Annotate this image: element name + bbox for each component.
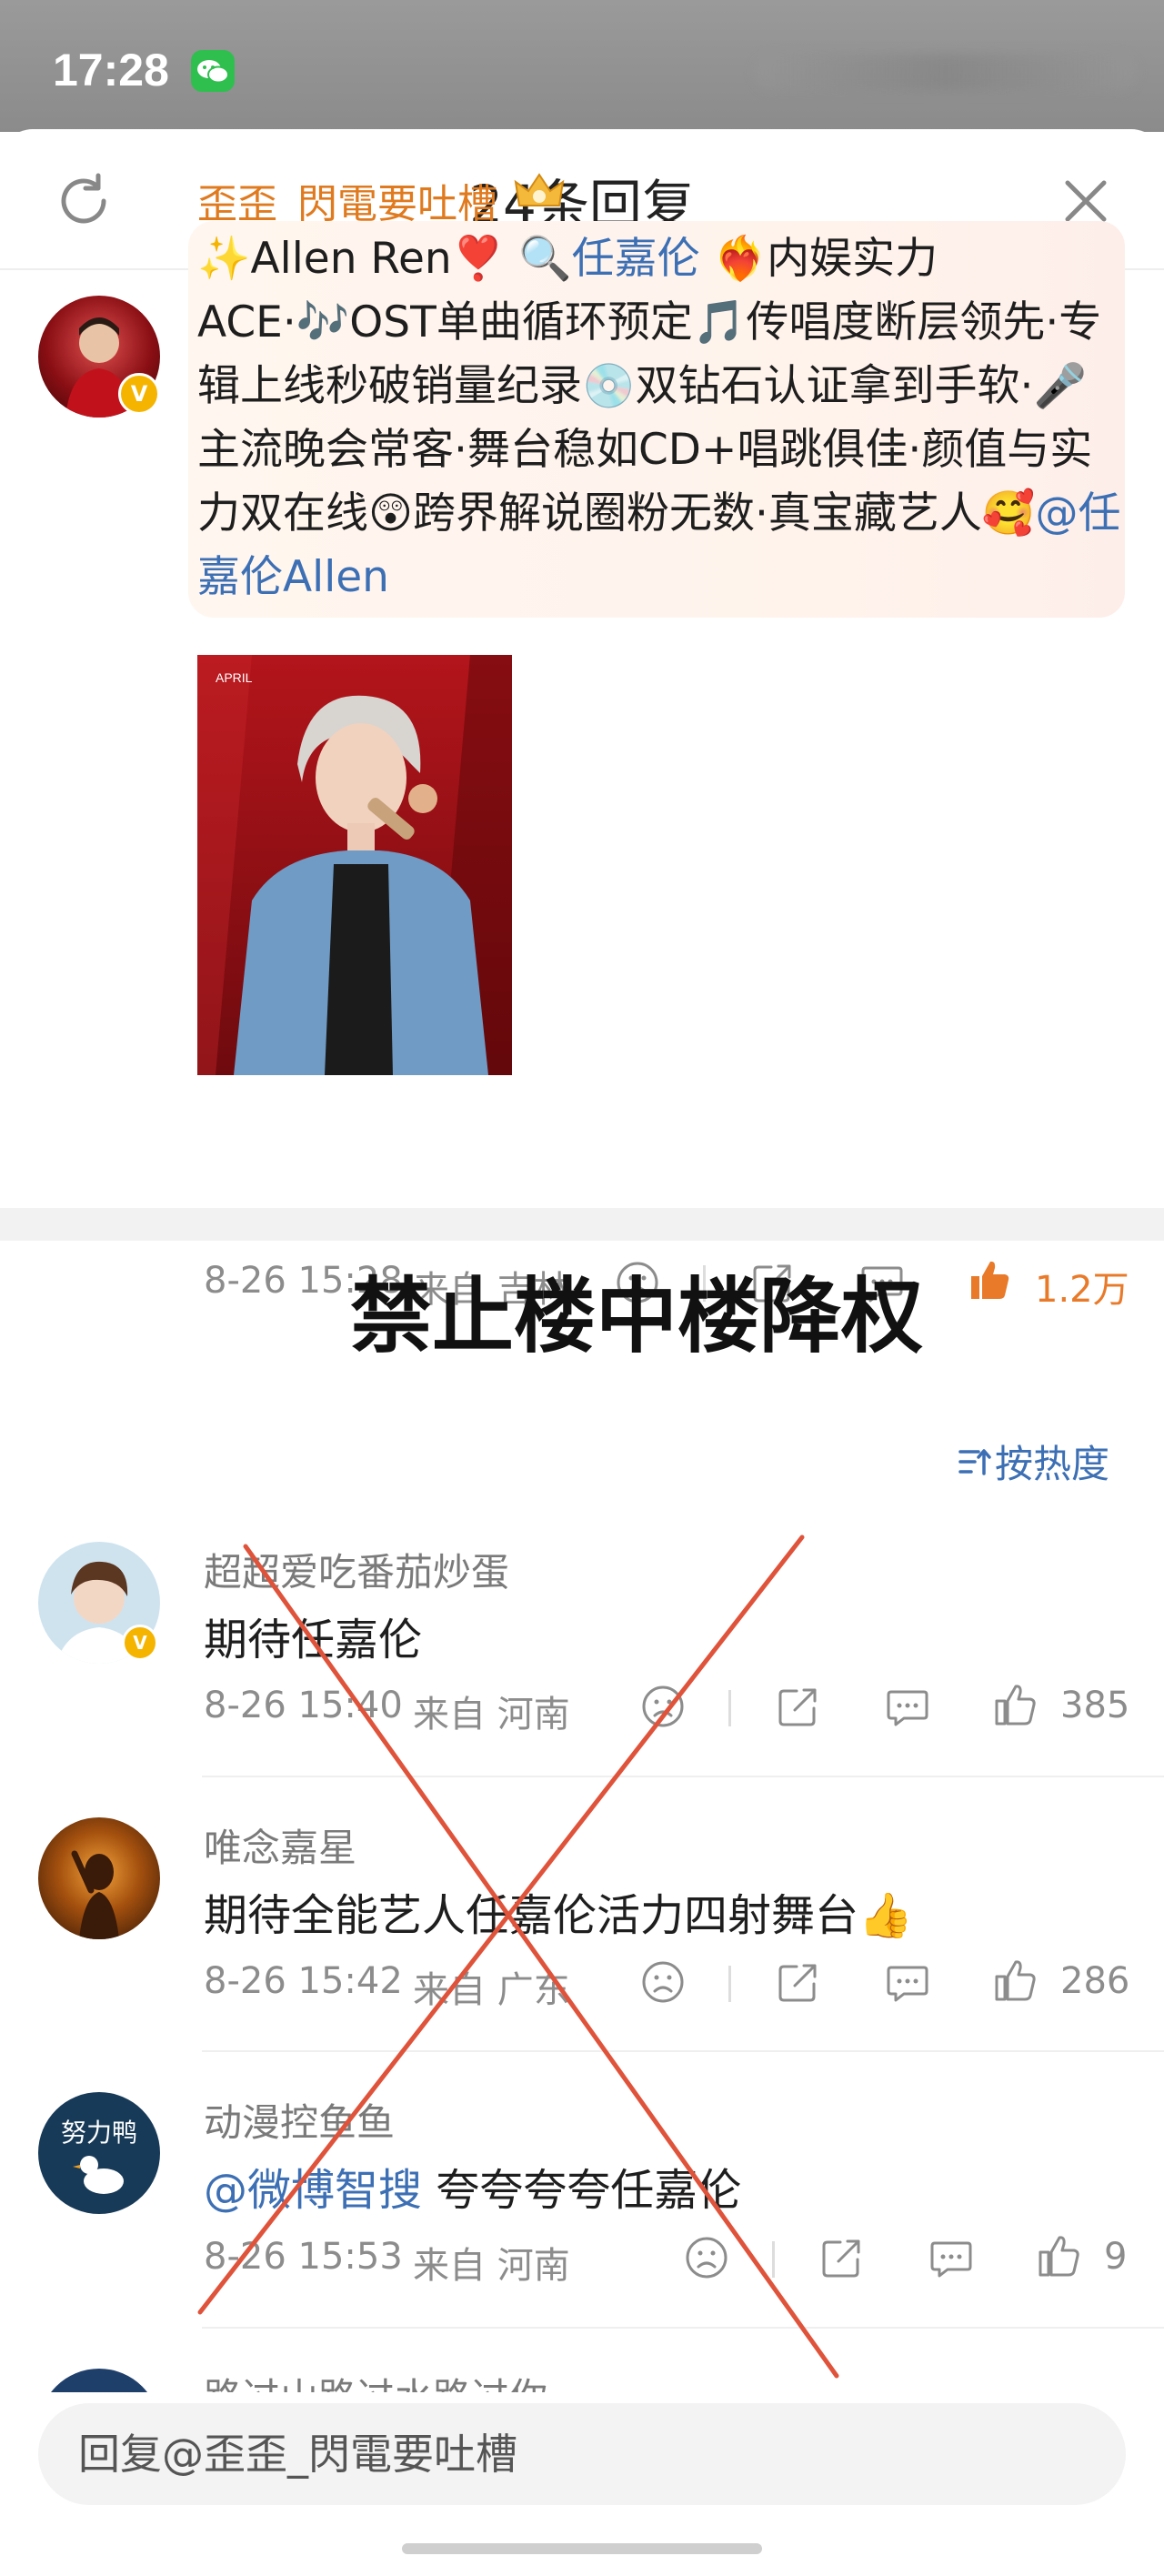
row-divider — [202, 2327, 1164, 2329]
reply-location: 来自 河南 — [413, 1694, 570, 1736]
reply-text: @微博智搜 夸夸夸夸任嘉伦 — [204, 2154, 741, 2218]
home-indicator — [402, 2543, 762, 2554]
reply-username[interactable]: 唯念嘉星 — [204, 1817, 356, 1873]
sort-icon — [955, 1442, 995, 1486]
reply-username[interactable]: 超超爱吃番茄炒蛋 — [204, 1542, 509, 1597]
comment-icon[interactable] — [884, 1958, 931, 2006]
topic-link[interactable]: 🔍任嘉伦 — [518, 234, 700, 284]
sort-by-hot-button[interactable]: 按热度 — [955, 1434, 1109, 1489]
main-comment-text: ✨Allen Ren❣️ 🔍任嘉伦 ❤️‍🔥内娱实力ACE·🎶OST单曲循环预定… — [197, 227, 1125, 609]
thumbs-up-icon[interactable] — [966, 1256, 1013, 1303]
like-count: 385 — [1060, 1685, 1130, 1726]
comment-icon[interactable] — [884, 1683, 931, 1730]
comment-icon[interactable] — [928, 2234, 975, 2281]
sort-label: 按热度 — [995, 1442, 1110, 1486]
meta-divider — [728, 1966, 731, 2002]
verified-badge-icon: V — [122, 1625, 158, 1661]
share-icon[interactable] — [775, 1683, 822, 1730]
like-count: 1.2万 — [1035, 1269, 1129, 1311]
blurred-status-icons — [755, 55, 1137, 91]
reply-location: 来自 河南 — [413, 2245, 570, 2287]
like-count: 9 — [1104, 2236, 1128, 2278]
reply-time: 8-26 15:40 — [204, 1685, 403, 1726]
row-divider — [202, 2050, 1164, 2052]
avatar[interactable]: 努力鸭 — [38, 2092, 160, 2214]
status-time: 17:28 — [53, 45, 169, 96]
reply-input[interactable]: 回复@歪歪_閃電要吐槽 — [38, 2403, 1126, 2505]
thumbs-up-icon[interactable] — [1035, 2232, 1082, 2279]
share-icon[interactable] — [775, 1958, 822, 2006]
avatar[interactable] — [38, 1817, 160, 1939]
reply-time: 8-26 15:42 — [204, 1960, 403, 2002]
avatar — [38, 2369, 160, 2392]
comment-text-segment: ✨Allen Ren❣️ — [197, 234, 519, 284]
reply-username[interactable]: 动漫控鱼鱼 — [204, 2092, 395, 2148]
thumbs-up-icon[interactable] — [991, 1681, 1039, 1728]
reply-time: 8-26 15:53 — [204, 2236, 403, 2278]
share-icon[interactable] — [818, 2234, 866, 2281]
post-image[interactable]: APRIL — [197, 655, 512, 1075]
crown-badge-icon — [512, 169, 567, 215]
status-bar: 17:28 — [0, 0, 1164, 132]
overlay-banner: 禁止楼中楼降权 — [350, 1269, 923, 1364]
sad-face-icon[interactable] — [683, 2234, 730, 2281]
verified-badge-icon: V — [118, 373, 160, 415]
reply-username: 路过山路过水路过你 — [204, 2367, 547, 2392]
meta-divider — [772, 2241, 775, 2278]
thumbs-up-icon[interactable] — [991, 1957, 1039, 2004]
wechat-icon — [191, 50, 235, 92]
svg-text:努力鸭: 努力鸭 — [61, 2118, 137, 2148]
reply-text: 期待全能艺人任嘉伦活力四射舞台👍 — [204, 1890, 913, 1941]
like-count: 286 — [1060, 1960, 1130, 2002]
reply-location: 来自 广东 — [413, 1969, 570, 2011]
sad-face-icon[interactable] — [639, 1683, 687, 1730]
partial-reply-row: 路过山路过水路过你 — [0, 2365, 1164, 2392]
svg-text:APRIL: APRIL — [216, 670, 253, 685]
mention-link[interactable]: @微博智搜 — [204, 2165, 422, 2216]
row-divider — [202, 1776, 1164, 1777]
section-divider — [0, 1208, 1164, 1241]
sad-face-icon[interactable] — [639, 1958, 687, 2006]
meta-divider — [728, 1690, 731, 1726]
reply-text: 期待任嘉伦 — [204, 1615, 423, 1665]
reply-text-body: 夸夸夸夸任嘉伦 — [422, 2165, 742, 2216]
